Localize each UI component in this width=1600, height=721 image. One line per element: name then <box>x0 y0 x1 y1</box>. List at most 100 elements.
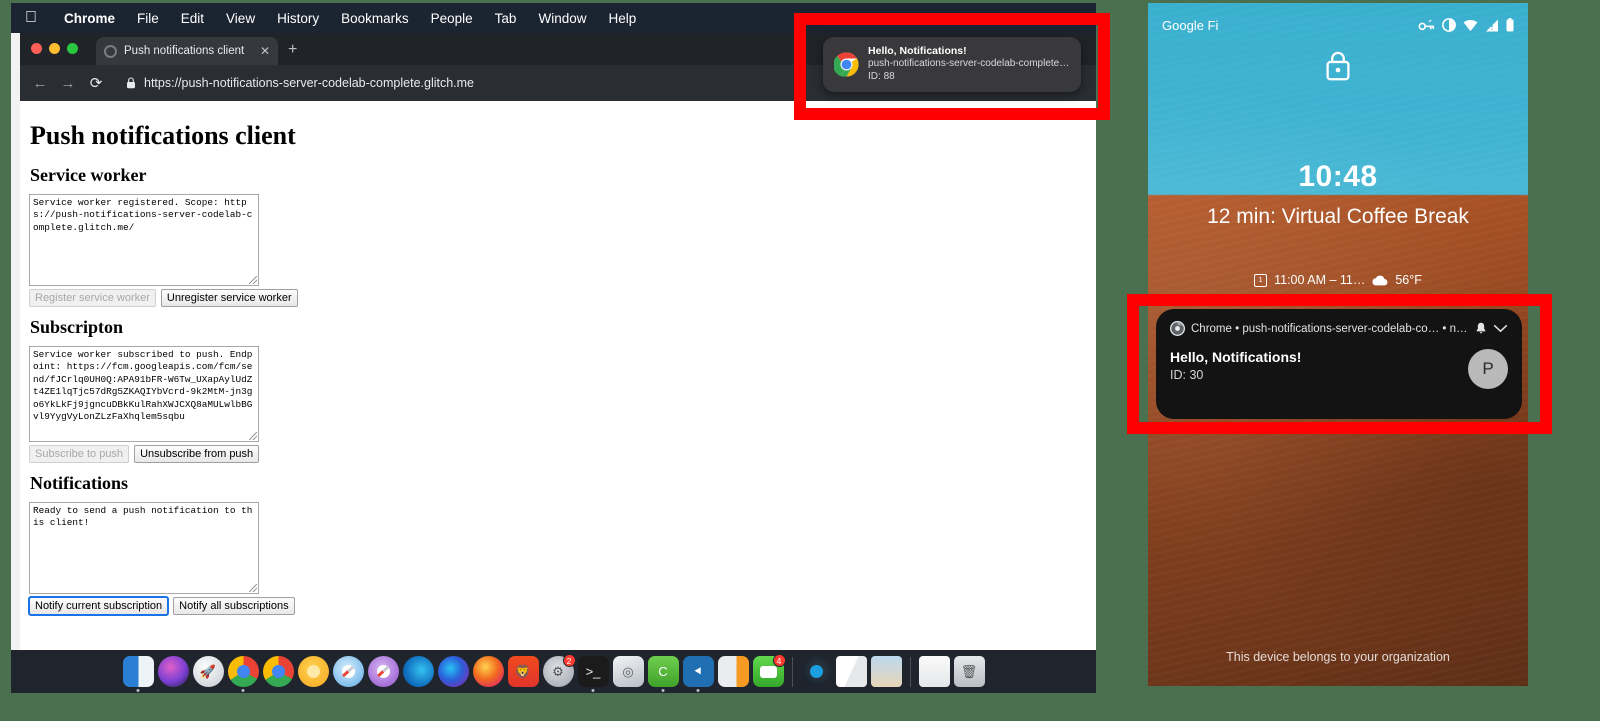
menu-item-people[interactable]: People <box>420 11 484 26</box>
dock-item-numbers[interactable] <box>717 656 749 687</box>
lock-icon <box>1324 51 1352 86</box>
dock-item-firefox-developer-edition[interactable] <box>437 656 469 687</box>
dock-item-terminal[interactable]: >_ <box>577 656 609 692</box>
dock-item-chrome-canary[interactable] <box>297 656 329 687</box>
resize-grip-icon[interactable] <box>249 584 257 592</box>
notify-all-subscriptions-button[interactable]: Notify all subscriptions <box>173 597 295 615</box>
dock-item-brave[interactable]: 🦁 <box>507 656 539 687</box>
dock-separator <box>791 657 793 687</box>
menu-item-tab[interactable]: Tab <box>484 11 528 26</box>
subscribe-to-push-button[interactable]: Subscribe to push <box>29 445 130 463</box>
dock-item-safari-technology-preview[interactable] <box>367 656 399 687</box>
dock-badge: 2 <box>562 654 576 667</box>
icon-core <box>809 665 823 678</box>
app-running-indicator <box>661 689 665 692</box>
menu-item-history[interactable]: History <box>266 11 330 26</box>
tab-title: Push notifications client <box>124 45 245 57</box>
unsubscribe-from-push-button[interactable]: Unsubscribe from push <box>134 445 260 463</box>
chrome-canary-icon <box>297 656 329 687</box>
do-not-disturb-icon <box>1442 18 1456 32</box>
coteditor-icon: C <box>647 656 679 687</box>
dock-item-chrome[interactable] <box>227 656 259 692</box>
dock-item-vivaldi[interactable] <box>800 656 832 687</box>
apple-logo-icon[interactable]:  <box>25 10 37 26</box>
dock-item-visual-studio-code[interactable]: ⯇ <box>682 656 714 692</box>
notifications-heading: Notifications <box>30 473 128 493</box>
dock-item-system-preferences[interactable]: ⚙ 2 <box>542 654 576 687</box>
close-window-button[interactable] <box>31 43 42 54</box>
menu-item-chrome[interactable]: Chrome <box>53 11 126 26</box>
close-tab-icon[interactable]: ✕ <box>260 44 270 58</box>
maximize-window-button[interactable] <box>67 43 78 54</box>
lockscreen-event[interactable]: 12 min: Virtual Coffee Break <box>1148 203 1528 231</box>
firefox-icon <box>472 656 504 687</box>
dock-item-messages[interactable]: 4 <box>752 654 786 687</box>
back-icon[interactable]: ← <box>32 75 48 92</box>
menu-item-file[interactable]: File <box>126 11 170 26</box>
dock-item-trash[interactable]: 🗑 <box>953 656 985 687</box>
dock-item-coteditor[interactable]: C <box>647 656 679 692</box>
lock-icon <box>127 77 135 89</box>
new-tab-button[interactable]: + <box>288 41 297 59</box>
menu-item-view[interactable]: View <box>215 11 266 26</box>
web-page-content: Push notifications client Service worker… <box>20 101 1096 650</box>
dock-separator <box>909 657 911 687</box>
notify-current-subscription-button[interactable]: Notify current subscription <box>27 596 170 616</box>
subscription-heading: Subscripton <box>30 317 124 337</box>
android-notification-card[interactable]: Chrome • push-notifications-server-codel… <box>1156 309 1522 419</box>
dock-item-safari[interactable] <box>332 656 364 687</box>
subscription-log[interactable]: Service worker subscribed to push. Endpo… <box>29 346 259 442</box>
resize-grip-icon[interactable] <box>249 276 257 284</box>
dock-item-firefox[interactable] <box>472 656 504 687</box>
menu-item-bookmarks[interactable]: Bookmarks <box>330 11 420 26</box>
reload-icon[interactable]: ⟳ <box>88 74 104 92</box>
macos-menu-bar:  Chrome File Edit View History Bookmark… <box>11 3 1096 33</box>
macos-notification-toast[interactable]: Hello, Notifications! push-notifications… <box>823 37 1081 92</box>
dock-item-finder[interactable] <box>122 656 154 692</box>
device-ownership-footer: This device belongs to your organization <box>1226 650 1450 664</box>
dock-item-microsoft-edge[interactable] <box>402 656 434 687</box>
dock-item-preview-image[interactable] <box>870 656 902 687</box>
menu-item-help[interactable]: Help <box>597 11 647 26</box>
page-title: Push notifications client <box>30 121 296 150</box>
dock-item-chrome-beta[interactable] <box>262 656 294 687</box>
chrome-beta-icon <box>262 656 294 687</box>
dock-item-pages-document[interactable] <box>835 656 867 687</box>
forward-icon[interactable]: → <box>60 75 76 92</box>
chrome-icon <box>227 656 259 687</box>
chrome-icon <box>834 52 859 77</box>
battery-icon <box>1506 18 1514 32</box>
chat-bubble-icon <box>759 665 777 678</box>
toast-title: Hello, Notifications! <box>868 44 967 57</box>
service-worker-log[interactable]: Service worker registered. Scope: https:… <box>29 194 259 286</box>
numbers-icon <box>717 656 749 687</box>
toast-source: push-notifications-server-codelab-comple… <box>868 58 1070 70</box>
finder-icon <box>122 656 154 687</box>
dock-item-siri[interactable] <box>157 656 189 687</box>
temperature: 56°F <box>1395 273 1422 287</box>
toast-id: ID: 88 <box>868 71 895 83</box>
app-running-indicator <box>696 689 700 692</box>
macos-dock: 🚀 🦁 ⚙ 2 >_ ◎ C ⯇ 4 🗑 <box>11 650 1096 693</box>
address-bar-url: https://push-notifications-server-codela… <box>144 76 475 90</box>
service-worker-heading: Service worker <box>30 165 147 185</box>
minimize-window-button[interactable] <box>49 43 60 54</box>
preview-image-icon <box>870 656 902 687</box>
subscription-buttons: Subscribe to push Unsubscribe from push <box>29 445 1096 463</box>
notification-source: Chrome • push-notifications-server-codel… <box>1191 322 1469 335</box>
event-time: 11:00 AM – 11… <box>1274 273 1366 287</box>
register-service-worker-button[interactable]: Register service worker <box>29 289 156 307</box>
notifications-log[interactable]: Ready to send a push notification to thi… <box>29 502 259 594</box>
resize-grip-icon[interactable] <box>249 432 257 440</box>
dock-item-downloads-stack[interactable] <box>918 656 950 687</box>
dock-item-disk-utility[interactable]: ◎ <box>612 656 644 687</box>
menu-item-edit[interactable]: Edit <box>170 11 215 26</box>
cloud-icon <box>1372 275 1388 285</box>
dock-item-launchpad[interactable]: 🚀 <box>192 656 224 687</box>
unregister-service-worker-button[interactable]: Unregister service worker <box>160 289 298 307</box>
terminal-icon: >_ <box>577 656 609 687</box>
chevron-down-icon[interactable] <box>1493 324 1508 333</box>
browser-tab[interactable]: Push notifications client ✕ <box>96 37 278 65</box>
menu-item-window[interactable]: Window <box>527 11 597 26</box>
bell-icon <box>1476 322 1486 334</box>
